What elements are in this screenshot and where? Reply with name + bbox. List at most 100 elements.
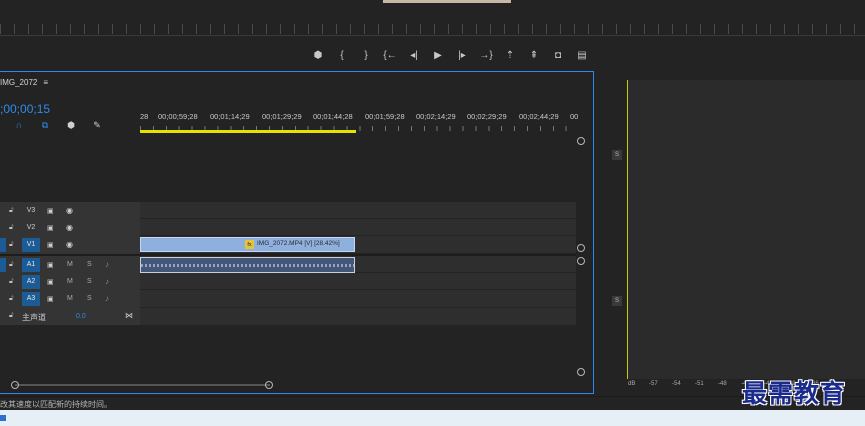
app-icon[interactable] (0, 415, 6, 421)
db-label: -48 (718, 381, 727, 387)
watermark-logo: 最需教育 (742, 379, 847, 408)
solo-meter-button[interactable]: S (612, 150, 622, 160)
step-back-button[interactable]: ◂| (402, 46, 426, 64)
scroll-handle[interactable] (577, 368, 585, 376)
sync-lock-icon[interactable]: ▣ (47, 224, 54, 232)
panel-menu-icon[interactable]: ≡ (43, 78, 48, 87)
add-marker-button[interactable]: ⬢ (306, 46, 330, 64)
status-message: 改其速度以匹配新的持续时间。 (0, 400, 112, 409)
sync-lock-icon[interactable]: ▣ (47, 278, 54, 286)
timeline-tab-bar: IMG_2072 ≡ (0, 72, 594, 94)
lock-icon[interactable]: 🔓︎ (9, 224, 14, 232)
settings-wrench-icon[interactable]: ✎ (90, 120, 104, 131)
ruler-label: 00;02;44;29 (519, 112, 559, 121)
track-label[interactable]: A1 (22, 257, 40, 272)
eye-icon[interactable]: ◉ (66, 223, 73, 232)
master-track-header: 🔓︎ 主声道 0.0 ⋈ (0, 308, 140, 325)
lane-a3[interactable] (140, 290, 576, 308)
vertical-zoom-scrollbar[interactable] (576, 134, 594, 380)
scroll-handle[interactable] (11, 381, 19, 389)
track-label[interactable]: A2 (22, 274, 40, 289)
track-label[interactable]: A3 (22, 291, 40, 306)
lock-icon[interactable]: 🔓︎ (9, 295, 14, 303)
audio-waveform (141, 264, 354, 267)
video-audio-divider[interactable] (0, 254, 576, 256)
track-header-a1: 🔓︎ A1 ▣ M S ♪ (0, 256, 140, 273)
sync-lock-icon[interactable]: ▣ (47, 261, 54, 269)
ruler-label: 00 (570, 112, 579, 121)
empty-track-space (140, 134, 576, 202)
ruler-label: 00;01;29;29 (262, 112, 302, 121)
track-label[interactable]: V1 (22, 237, 40, 252)
db-label: -51 (695, 381, 704, 387)
mic-icon[interactable]: ♪ (105, 294, 109, 303)
ruler-label: 00;02;29;29 (467, 112, 507, 121)
bowtie-icon[interactable]: ⋈ (125, 311, 133, 320)
lift-button[interactable]: ⇡ (498, 46, 522, 64)
lane-a2[interactable] (140, 273, 576, 290)
work-area-bar[interactable] (140, 130, 356, 133)
linked-selection-icon[interactable]: ⧉ (38, 120, 52, 131)
mark-in-button[interactable]: { (330, 46, 354, 64)
track-label[interactable]: V3 (22, 204, 40, 218)
lock-icon[interactable]: 🔓︎ (9, 241, 14, 249)
scroll-handle[interactable] (577, 137, 585, 145)
solo-button[interactable]: S (87, 261, 92, 268)
scroll-handle[interactable] (265, 381, 273, 389)
lock-icon[interactable]: 🔓︎ (9, 207, 14, 215)
mark-out-button[interactable]: } (354, 46, 378, 64)
track-header-v1: 🔓︎ V1 ▣ ◉ (0, 236, 140, 253)
extract-button[interactable]: ⇞ (522, 46, 546, 64)
ruler-label: 00;01;59;28 (365, 112, 405, 121)
horizontal-zoom-scrollbar[interactable] (0, 377, 594, 393)
eye-icon[interactable]: ◉ (66, 240, 73, 249)
solo-button[interactable]: S (87, 295, 92, 302)
mute-button[interactable]: M (67, 261, 73, 268)
add-marker-icon[interactable]: ⬢ (64, 120, 78, 131)
go-to-in-button[interactable]: {← (378, 46, 402, 64)
ruler-label: 00;00;59;28 (158, 112, 198, 121)
fx-badge[interactable]: fx (245, 240, 254, 249)
master-volume[interactable]: 0.0 (76, 313, 86, 320)
step-forward-button[interactable]: |▸ (450, 46, 474, 64)
scroll-handle[interactable] (577, 244, 585, 252)
source-patch-a1[interactable] (0, 257, 6, 272)
timeline-time-ruler[interactable]: 28 00;00;59;28 00;01;14;29 00;01;29;29 0… (140, 108, 579, 167)
video-clip[interactable]: fx IMG_2072.MP4 [V] [28.42%] (140, 237, 355, 252)
export-frame-button[interactable]: ◘ (546, 46, 570, 64)
mute-button[interactable]: M (67, 295, 73, 302)
eye-icon[interactable]: ◉ (66, 206, 73, 215)
source-patch-v1[interactable] (0, 237, 6, 252)
lock-icon[interactable]: 🔓︎ (9, 261, 14, 269)
lock-icon[interactable]: 🔓︎ (9, 278, 14, 286)
comparison-view-button[interactable]: ▤ (570, 46, 594, 64)
timeline-tools: ∩ ⧉ ⬢ ✎ (12, 120, 104, 131)
scroll-track[interactable] (15, 384, 270, 386)
track-header-a2: 🔓︎ A2 ▣ M S ♪ (0, 273, 140, 290)
play-button[interactable]: ▶ (426, 46, 450, 64)
master-track-label: 主声道 (22, 313, 46, 322)
transport-controls: ⬢ { } {← ◂| ▶ |▸ →} ⇡ ⇞ ◘ ▤ (306, 46, 594, 64)
video-preview-edge (383, 0, 511, 3)
mic-icon[interactable]: ♪ (105, 260, 109, 269)
solo-meter-button[interactable]: S (612, 296, 622, 306)
track-header-v2: 🔓︎ V2 ▣ ◉ (0, 219, 140, 236)
track-label[interactable]: V2 (22, 221, 40, 235)
monitor-time-ruler[interactable] (0, 24, 865, 34)
sync-lock-icon[interactable]: ▣ (47, 207, 54, 215)
lock-icon[interactable]: 🔓︎ (9, 312, 14, 320)
audio-clip[interactable] (140, 257, 355, 273)
playhead-timecode[interactable]: ;00;00;15 (0, 102, 50, 116)
sync-lock-icon[interactable]: ▣ (47, 241, 54, 249)
solo-button[interactable]: S (87, 278, 92, 285)
go-to-out-button[interactable]: →} (474, 46, 498, 64)
scroll-handle[interactable] (577, 257, 585, 265)
lane-v2[interactable] (140, 219, 576, 236)
track-header-a3: 🔓︎ A3 ▣ M S ♪ (0, 290, 140, 307)
mic-icon[interactable]: ♪ (105, 277, 109, 286)
mute-button[interactable]: M (67, 278, 73, 285)
sequence-tab[interactable]: IMG_2072 ≡ (0, 78, 48, 87)
sync-lock-icon[interactable]: ▣ (47, 295, 54, 303)
snap-icon[interactable]: ∩ (12, 120, 26, 131)
lane-v3[interactable] (140, 202, 576, 219)
